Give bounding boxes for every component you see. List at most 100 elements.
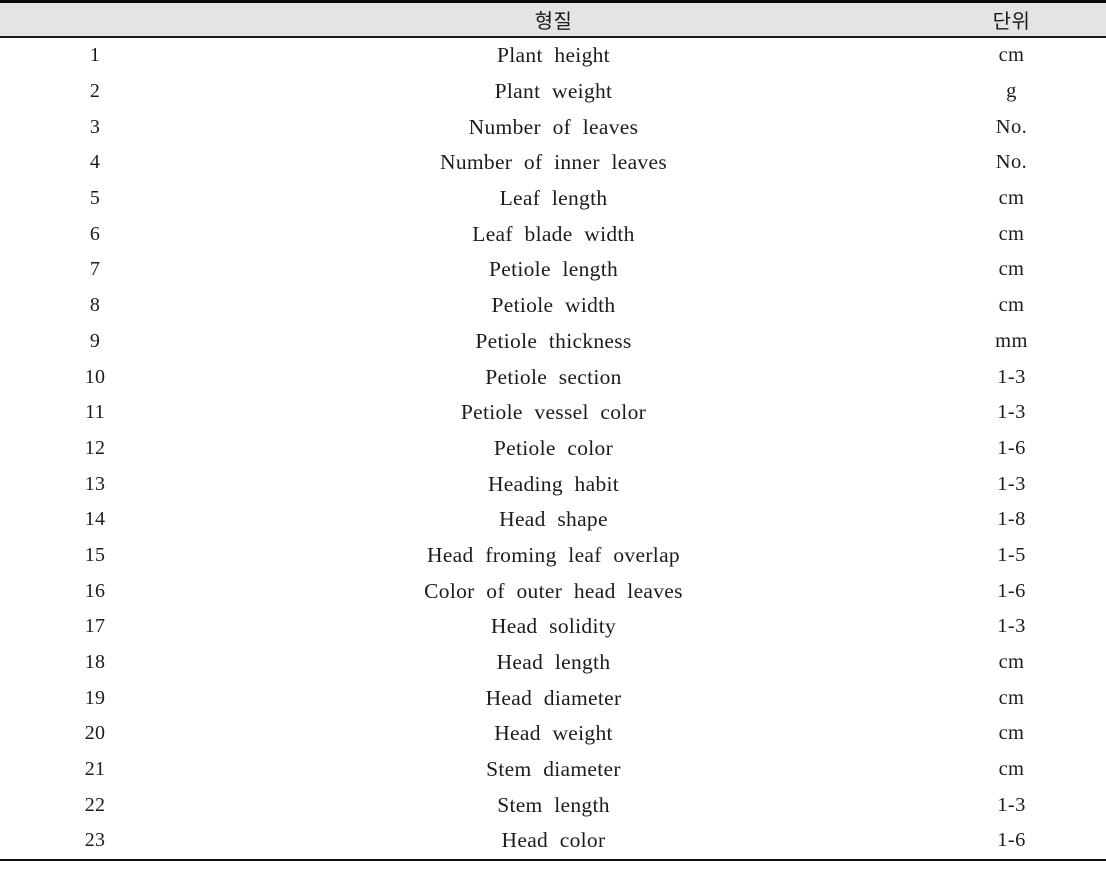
cell-row-number: 17 <box>84 615 106 638</box>
cell-unit-value: 1-6 <box>917 823 1106 861</box>
cell-unit-value: mm <box>995 329 1028 352</box>
cell-trait-name: Leaf blade width <box>472 221 635 246</box>
cell-row-number: 12 <box>84 436 106 459</box>
cell-trait-name: Petiole width <box>491 293 616 318</box>
cell-row-number: 10 <box>84 365 106 388</box>
column-header-unit: 단위 <box>917 0 1106 38</box>
cell-unit-value: 1-3 <box>997 365 1026 388</box>
cell-row-number: 8 <box>89 294 101 317</box>
cell-unit-value: 1-3 <box>997 472 1026 495</box>
cell-trait-name: Head color <box>190 823 917 861</box>
cell-row-number: 9 <box>89 329 101 352</box>
cell-unit-value: cm <box>998 222 1025 245</box>
cell-row-number: 2 <box>89 80 101 103</box>
column-header-number <box>0 0 190 38</box>
table-row: 17 Head solidity 1-3 <box>0 609 1106 645</box>
table-row: 3 Number of leaves No. <box>0 109 1106 145</box>
table-row: 11 Petiole vessel color 1-3 <box>0 395 1106 431</box>
cell-trait-name: Stem length <box>497 792 610 817</box>
table-row: 15 Head froming leaf overlap 1-5 <box>0 538 1106 574</box>
cell-unit-value: 1-3 <box>997 615 1026 638</box>
trait-table-container: 형질 단위 1 Plant height cm 2 Plant weight g 3 Numb… <box>0 0 1106 870</box>
cell-unit-value: cm <box>998 651 1025 674</box>
cell-trait-name: Petiole vessel color <box>460 400 647 425</box>
cell-unit-value: No. <box>995 115 1028 138</box>
cell-row-number: 15 <box>84 543 106 566</box>
cell-row-number: 22 <box>84 793 106 816</box>
cell-unit-value: No. <box>995 151 1028 174</box>
table-row: 22 Stem length 1-3 <box>0 787 1106 823</box>
table-header: 형질 단위 <box>0 0 1106 38</box>
cell-unit-value: cm <box>998 44 1025 67</box>
table-row: 6 Leaf blade width cm <box>0 216 1106 252</box>
cell-row-number: 5 <box>89 187 101 210</box>
trait-unit-table: 형질 단위 1 Plant height cm 2 Plant weight g 3 Numb… <box>0 0 1106 861</box>
cell-row-number: 11 <box>85 401 105 424</box>
cell-row-number: 14 <box>84 508 106 531</box>
cell-row-number: 1 <box>89 44 101 67</box>
table-row: 13 Heading habit 1-3 <box>0 466 1106 502</box>
cell-unit-value: cm <box>998 187 1025 210</box>
table-row: 14 Head shape 1-8 <box>0 502 1106 538</box>
cell-trait-name: Head weight <box>494 721 613 746</box>
table-row: 7 Petiole length cm <box>0 252 1106 288</box>
cell-trait-name: Petiole length <box>488 257 619 282</box>
table-row: 2 Plant weight g <box>0 74 1106 110</box>
cell-row-number: 3 <box>89 115 101 138</box>
header-row: 형질 단위 <box>0 0 1106 38</box>
cell-row-number: 20 <box>84 722 106 745</box>
cell-trait-name: Plant height <box>497 43 610 68</box>
cell-trait-name: Head solidity <box>490 614 617 639</box>
cell-row-number: 19 <box>84 686 106 709</box>
table-row: 4 Number of inner leaves No. <box>0 145 1106 181</box>
cell-trait-name: Head length <box>496 650 611 675</box>
table-body: 1 Plant height cm 2 Plant weight g 3 Number of … <box>0 37 1106 861</box>
cell-unit-value: cm <box>998 686 1025 709</box>
cell-trait-name: Petiole color <box>493 435 614 460</box>
cell-row-number: 6 <box>89 222 101 245</box>
cell-unit-value: 1-3 <box>997 401 1026 424</box>
cell-row-number: 18 <box>84 651 106 674</box>
cell-unit-value: cm <box>998 258 1025 281</box>
table-row: 19 Head diameter cm <box>0 680 1106 716</box>
cell-trait-name: Number of inner leaves <box>440 150 667 175</box>
table-row: 23 Head color 1-6 <box>0 823 1106 861</box>
cell-trait-name: Number of leaves <box>468 114 639 139</box>
table-row: 18 Head length cm <box>0 645 1106 681</box>
cell-row-number: 4 <box>89 151 101 174</box>
cell-unit-value: 1-6 <box>997 436 1026 459</box>
cell-trait-name: Heading habit <box>487 471 620 496</box>
cell-unit-value: cm <box>998 294 1025 317</box>
cell-trait-name: Head shape <box>499 507 608 532</box>
cell-row-number: 16 <box>84 579 106 602</box>
cell-unit-value: 1-6 <box>997 579 1026 602</box>
table-row: 8 Petiole width cm <box>0 288 1106 324</box>
table-row: 20 Head weight cm <box>0 716 1106 752</box>
cell-trait-name: Petiole thickness <box>475 328 632 353</box>
table-row: 16 Color of outer head leaves 1-6 <box>0 573 1106 609</box>
cell-row-number: 23 <box>0 823 190 861</box>
cell-row-number: 7 <box>89 258 101 281</box>
cell-row-number: 13 <box>84 472 106 495</box>
table-row: 5 Leaf length cm <box>0 181 1106 217</box>
cell-trait-name: Plant weight <box>494 79 613 104</box>
table-row: 10 Petiole section 1-3 <box>0 359 1106 395</box>
cell-trait-name: Stem diameter <box>486 757 621 782</box>
cell-unit-value: 1-3 <box>997 793 1026 816</box>
cell-trait-name: Head diameter <box>485 685 622 710</box>
cell-unit-value: 1-5 <box>997 543 1026 566</box>
column-header-trait: 형질 <box>190 0 917 38</box>
table-row: 1 Plant height cm <box>0 37 1106 74</box>
table-row: 21 Stem diameter cm <box>0 752 1106 788</box>
cell-unit-value: cm <box>998 722 1025 745</box>
cell-trait-name: Color of outer head leaves <box>424 578 683 603</box>
cell-trait-name: Petiole section <box>485 364 622 389</box>
cell-trait-name: Leaf length <box>499 186 608 211</box>
cell-unit-value: cm <box>998 758 1025 781</box>
cell-unit-value: 1-8 <box>997 508 1026 531</box>
cell-trait-name: Head froming leaf overlap <box>427 542 680 567</box>
cell-row-number: 21 <box>84 758 106 781</box>
cell-unit-value: g <box>1006 80 1017 103</box>
table-row: 12 Petiole color 1-6 <box>0 431 1106 467</box>
table-row: 9 Petiole thickness mm <box>0 324 1106 360</box>
